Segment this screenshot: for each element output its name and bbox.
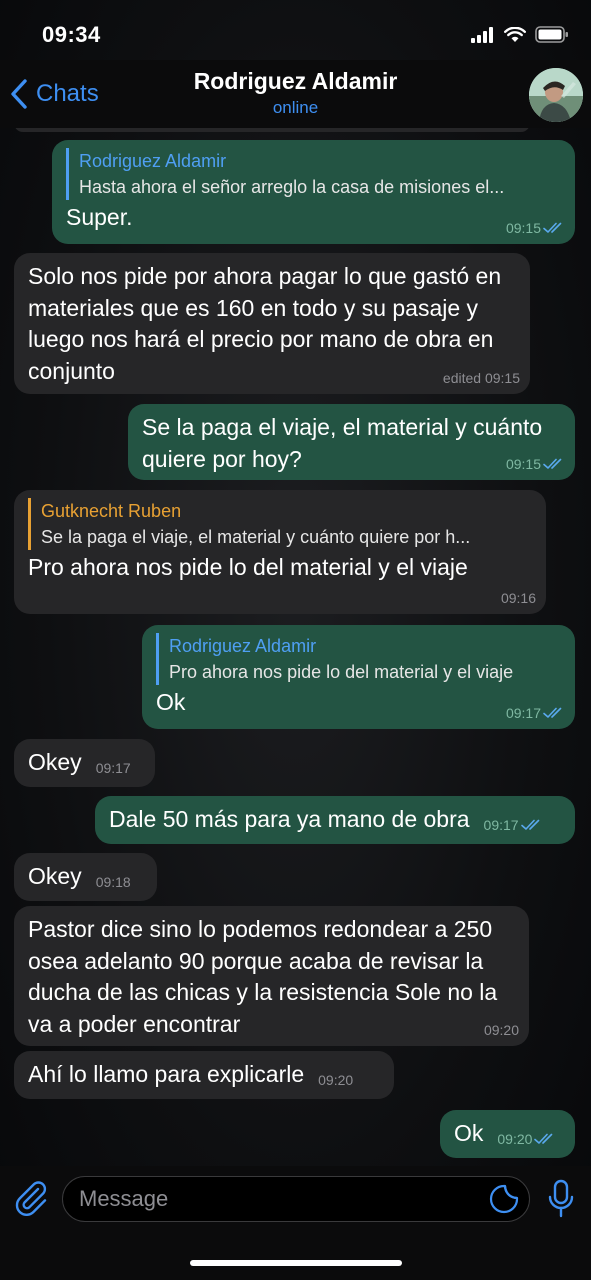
message-bubble[interactable]: Ok 09:20 (440, 1110, 575, 1158)
message-meta: 09:18 (96, 874, 131, 890)
message-time: 09:20 (318, 1072, 354, 1088)
message-meta: 09:17 (96, 760, 131, 776)
message-time: 09:20 (483, 1022, 519, 1038)
sticker-icon (489, 1184, 519, 1214)
status-icons (471, 26, 569, 43)
reply-preview[interactable]: Gutknecht Ruben Se la paga el viaje, el … (28, 498, 532, 550)
message-bubble[interactable]: Rodriguez Aldamir Pro ahora nos pide lo … (142, 625, 575, 729)
message-time: 09:17 (95, 760, 131, 776)
message-field[interactable] (62, 1176, 530, 1222)
home-indicator[interactable] (190, 1260, 402, 1266)
message-text: Super. (66, 204, 133, 230)
avatar-image (529, 68, 583, 122)
double-check-icon (543, 707, 562, 718)
message-text: Ok (156, 689, 186, 715)
microphone-button[interactable] (546, 1179, 576, 1219)
message-bubble[interactable]: Pastor dice sino lo podemos redondear a … (14, 906, 529, 1046)
chat-header: Chats Rodriguez Aldamir online (0, 60, 591, 128)
message-input[interactable] (79, 1177, 479, 1220)
message-text: Se la paga el viaje, el material y cuánt… (142, 414, 549, 472)
message-time: 09:17 (483, 817, 519, 833)
reply-text: Hasta ahora el señor arreglo la casa de … (79, 177, 505, 197)
double-check-icon (543, 222, 562, 233)
message-meta: 09:20 (318, 1072, 353, 1088)
message-meta: 09:20 (484, 1022, 519, 1038)
message-bubble-partial (14, 128, 530, 132)
chat-status: online (272, 98, 319, 117)
message-meta: 09:20 (497, 1131, 556, 1147)
message-list[interactable]: Rodriguez Aldamir Hasta ahora el señor a… (0, 128, 591, 1166)
chat-screen: 09:34 Chats Rodriguez Aldamir online Rod… (0, 0, 591, 1280)
message-time: 09:15 (505, 456, 541, 472)
reply-author: Rodriguez Aldamir (79, 151, 227, 171)
sticker-button[interactable] (489, 1184, 519, 1214)
message-text: Pro ahora nos pide lo del material y el … (28, 554, 468, 580)
reply-preview[interactable]: Rodriguez Aldamir Hasta ahora el señor a… (66, 148, 561, 200)
message-time: 09:18 (95, 874, 131, 890)
message-text: Pastor dice sino lo podemos redondear a … (28, 916, 504, 1037)
message-meta: 09:15 (506, 220, 565, 236)
wifi-icon (504, 26, 526, 42)
message-text: Ahí lo llamo para explicarle (28, 1061, 305, 1088)
message-meta: 09:17 (484, 817, 543, 833)
reply-text: Se la paga el viaje, el material y cuánt… (41, 527, 471, 547)
double-check-icon (520, 819, 539, 830)
double-check-icon (543, 458, 562, 469)
message-bubble[interactable]: Se la paga el viaje, el material y cuánt… (128, 404, 575, 480)
reply-author: Gutknecht Ruben (41, 501, 182, 521)
message-text: Okey (28, 749, 82, 776)
message-bubble[interactable]: Rodriguez Aldamir Hasta ahora el señor a… (52, 140, 575, 244)
message-time: 09:15 (505, 220, 541, 236)
message-time: 09:17 (505, 705, 541, 721)
chat-title: Rodriguez Aldamir (193, 68, 398, 94)
message-meta: edited 09:15 (443, 370, 520, 386)
message-bubble[interactable]: Ahí lo llamo para explicarle 09:20 (14, 1051, 394, 1099)
message-meta: 09:17 (506, 705, 565, 721)
reply-preview[interactable]: Rodriguez Aldamir Pro ahora nos pide lo … (156, 633, 561, 685)
chat-title-block[interactable]: Rodriguez Aldamir online (0, 68, 591, 118)
message-bubble[interactable]: Okey 09:18 (14, 853, 157, 901)
message-bubble[interactable]: Okey 09:17 (14, 739, 155, 787)
double-check-icon (534, 1133, 553, 1144)
status-time: 09:34 (42, 22, 101, 47)
message-text: Ok (454, 1120, 484, 1147)
message-text: Dale 50 más para ya mano de obra (109, 806, 470, 833)
microphone-icon (548, 1179, 574, 1218)
message-time: edited 09:15 (442, 370, 520, 386)
attach-button[interactable] (14, 1180, 48, 1217)
battery-icon (535, 26, 568, 43)
message-meta: 09:15 (506, 456, 565, 472)
paperclip-icon (15, 1181, 47, 1217)
message-text: Solo nos pide por ahora pagar lo que gas… (28, 263, 508, 384)
reply-author: Rodriguez Aldamir (169, 636, 317, 656)
message-bubble[interactable]: Solo nos pide por ahora pagar lo que gas… (14, 253, 530, 394)
message-meta: 09:16 (501, 590, 536, 606)
cellular-signal-icon (471, 26, 493, 43)
message-time: 09:20 (497, 1131, 533, 1147)
message-text: Okey (28, 863, 82, 890)
message-time: 09:16 (500, 590, 536, 606)
message-bubble[interactable]: Dale 50 más para ya mano de obra 09:17 (95, 796, 575, 844)
message-bubble[interactable]: Gutknecht Ruben Se la paga el viaje, el … (14, 490, 546, 614)
reply-text: Pro ahora nos pide lo del material y el … (169, 662, 514, 682)
avatar[interactable] (529, 68, 583, 122)
